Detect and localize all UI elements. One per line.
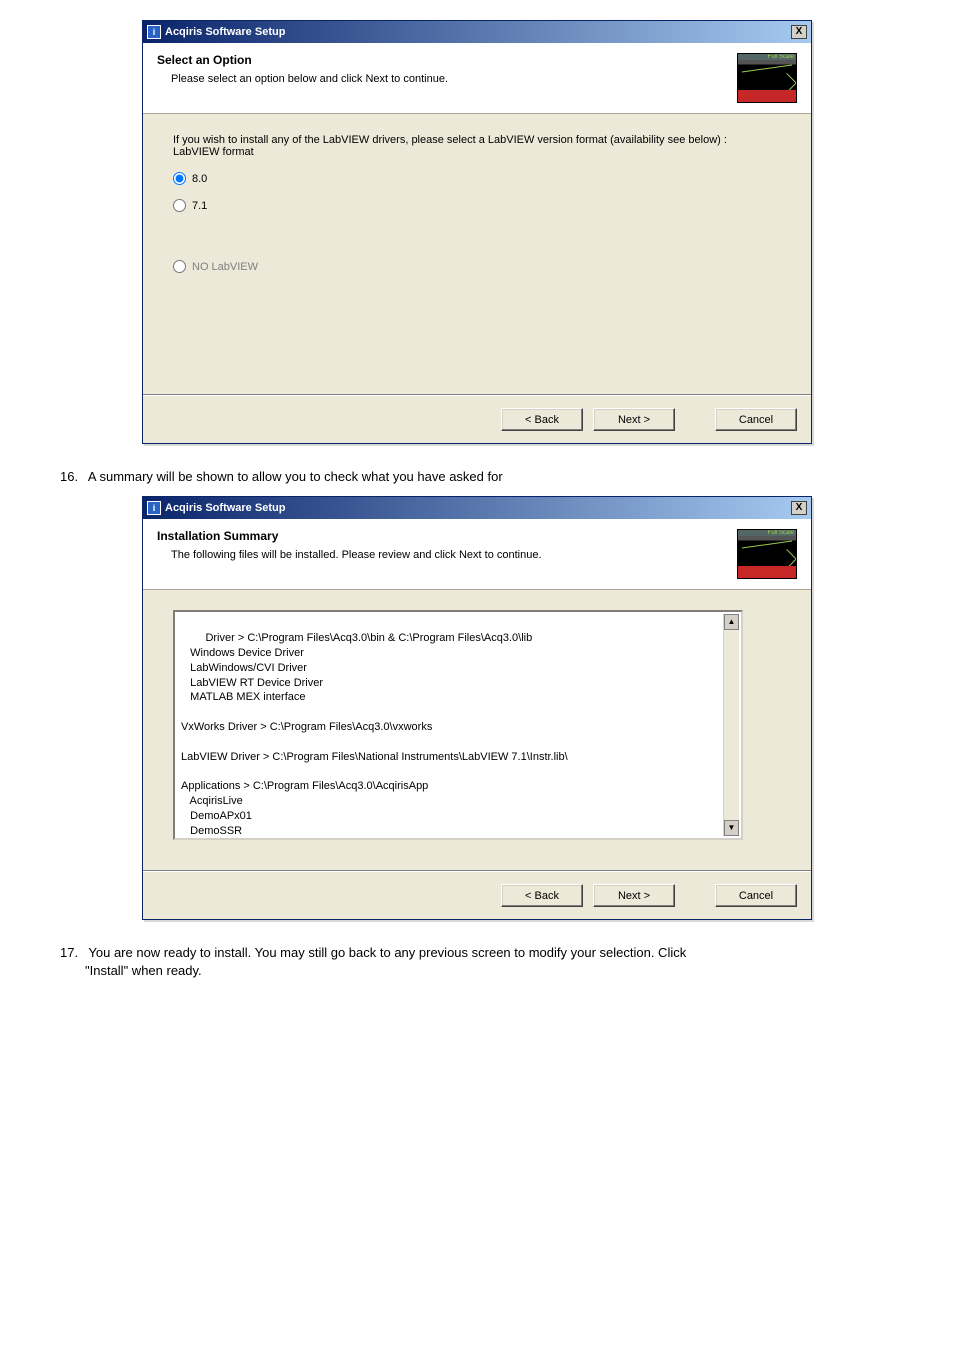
close-icon[interactable]: X — [791, 25, 807, 39]
scroll-down-button[interactable]: ▼ — [724, 820, 739, 836]
options-dialog: i Acqiris Software Setup X Select an Opt… — [142, 20, 812, 444]
cancel-button[interactable]: Cancel — [715, 884, 797, 907]
radio-71-input[interactable] — [173, 199, 186, 212]
labview-prompt: If you wish to install any of the LabVIE… — [173, 134, 781, 158]
dialog-body: Driver > C:\Program Files\Acq3.0\bin & C… — [143, 590, 811, 870]
radio-labview-80[interactable]: 8.0 — [173, 172, 781, 185]
brand-logo: acqiris — [737, 529, 797, 579]
brand-logo: acqiris — [737, 53, 797, 103]
scroll-up-button[interactable]: ▲ — [724, 614, 739, 630]
app-icon: i — [147, 501, 161, 515]
app-icon: i — [147, 25, 161, 39]
radio-none-label: NO LabVIEW — [192, 261, 258, 273]
back-button[interactable]: < Back — [501, 884, 583, 907]
scroll-track[interactable] — [724, 630, 739, 820]
back-button[interactable]: < Back — [501, 408, 583, 431]
brand-text: acqiris — [738, 90, 796, 102]
header-subtitle: The following files will be installed. P… — [171, 549, 729, 561]
radio-no-labview[interactable]: NO LabVIEW — [173, 260, 781, 273]
radio-80-label: 8.0 — [192, 173, 207, 185]
radio-labview-71[interactable]: 7.1 — [173, 199, 781, 212]
button-row: < Back Next > Cancel — [143, 872, 811, 919]
brand-text: acqiris — [738, 566, 796, 578]
dialog-body: If you wish to install any of the LabVIE… — [143, 114, 811, 394]
titlebar: i Acqiris Software Setup X — [143, 497, 811, 519]
cancel-button[interactable]: Cancel — [715, 408, 797, 431]
button-row: < Back Next > Cancel — [143, 396, 811, 443]
window-title: Acqiris Software Setup — [165, 26, 791, 38]
dialog-header: Installation Summary The following files… — [143, 519, 811, 590]
header-title: Select an Option — [157, 53, 729, 67]
scrollbar[interactable]: ▲ ▼ — [723, 614, 739, 836]
radio-71-label: 7.1 — [192, 200, 207, 212]
next-button[interactable]: Next > — [593, 884, 675, 907]
summary-content: Driver > C:\Program Files\Acq3.0\bin & C… — [181, 632, 568, 840]
summary-textarea[interactable]: Driver > C:\Program Files\Acq3.0\bin & C… — [173, 610, 743, 840]
header-subtitle: Please select an option below and click … — [171, 73, 729, 85]
close-icon[interactable]: X — [791, 501, 807, 515]
dialog-header: Select an Option Please select an option… — [143, 43, 811, 114]
radio-none-input[interactable] — [173, 260, 186, 273]
next-button[interactable]: Next > — [593, 408, 675, 431]
titlebar: i Acqiris Software Setup X — [143, 21, 811, 43]
header-title: Installation Summary — [157, 529, 729, 543]
doc-item-17: 17. You are now ready to install. You ma… — [60, 944, 894, 980]
radio-80-input[interactable] — [173, 172, 186, 185]
window-title: Acqiris Software Setup — [165, 502, 791, 514]
doc-item-16: 16. A summary will be shown to allow you… — [60, 468, 894, 486]
summary-dialog: i Acqiris Software Setup X Installation … — [142, 496, 812, 920]
